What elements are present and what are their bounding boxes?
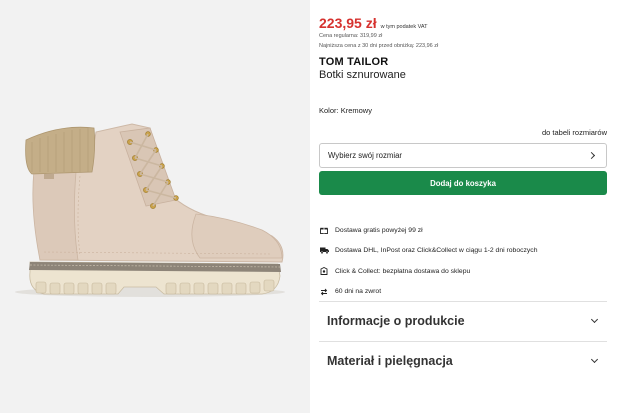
product-gallery[interactable] (0, 0, 310, 413)
perk-item: Dostawa DHL, InPost oraz Click&Collect w… (319, 247, 607, 255)
perk-item: Dostawa gratis powyżej 99 zł (319, 226, 607, 234)
size-table-link[interactable]: do tabeli rozmiarów (542, 128, 607, 137)
product-name: Botki sznurowane (319, 69, 406, 81)
gift-icon (319, 226, 329, 234)
store-icon (319, 267, 329, 275)
size-select[interactable]: Wybierz swój rozmiar (319, 143, 607, 168)
color-row: Kolor: Kremowy (319, 106, 372, 115)
product-info-panel: 223,95 zł w tym podatek VAT Cena regular… (319, 0, 609, 413)
perk-text: Dostawa DHL, InPost oraz Click&Collect w… (335, 247, 538, 254)
chevron-down-icon (590, 315, 599, 324)
accordion-material-care[interactable]: Materiał i pielęgnacja (319, 346, 607, 376)
accordion-product-info[interactable]: Informacje o produkcie (319, 306, 607, 336)
boot-image (15, 123, 285, 297)
chevron-right-icon (587, 151, 596, 160)
vat-note: w tym podatek VAT (380, 24, 428, 30)
add-to-cart-button[interactable]: Dodaj do koszyka (319, 171, 607, 195)
divider (319, 341, 607, 342)
perk-text: Dostawa gratis powyżej 99 zł (335, 226, 423, 234)
perk-item: Click & Collect: bezpłatna dostawa do sk… (319, 267, 607, 275)
color-label: Kolor: (319, 106, 339, 115)
perk-item: 60 dni na zwrot (319, 288, 607, 296)
current-price: 223,95 zł (319, 15, 377, 31)
accordion-title: Materiał i pielęgnacja (327, 354, 453, 368)
color-value: Kremowy (340, 106, 372, 115)
lowest-price-30-days: Najniższa cena z 30 dni przed obniżką: 2… (319, 43, 439, 49)
regular-price: Cena regularna: 319,99 zł (319, 33, 383, 39)
accordion-title: Informacje o produkcie (327, 314, 465, 328)
delivery-perks-list: Dostawa gratis powyżej 99 zł Dostawa DHL… (319, 226, 607, 308)
price-row: 223,95 zł w tym podatek VAT (319, 15, 427, 31)
perk-text: 60 dni na zwrot (335, 288, 382, 295)
return-arrows-icon (319, 288, 329, 296)
chevron-down-icon (590, 355, 599, 364)
size-select-label: Wybierz swój rozmiar (328, 151, 403, 160)
divider (319, 301, 607, 302)
truck-icon (319, 247, 329, 255)
perk-text: Click & Collect: bezpłatna dostawa do sk… (335, 267, 471, 275)
product-brand[interactable]: TOM TAILOR (319, 56, 388, 68)
